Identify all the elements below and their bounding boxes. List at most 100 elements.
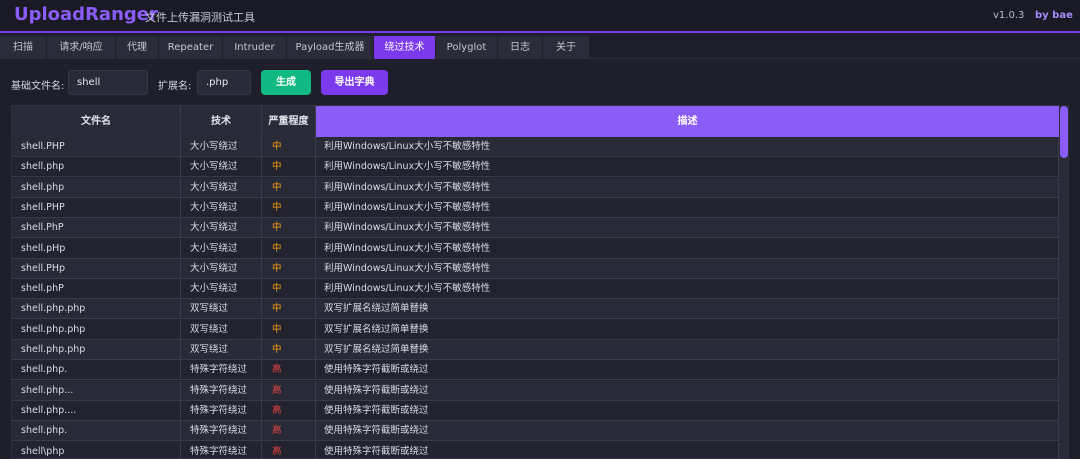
cell-severity: 中 [262,137,316,157]
cell-technique: 大小写绕过 [181,238,262,259]
extension-label: 扩展名: [158,81,192,92]
cell-technique: 特殊字符绕过 [181,360,262,381]
cell-severity: 中 [262,319,316,340]
cell-severity: 中 [262,258,316,279]
cell-description: 使用特殊字符截断或绕过 [316,400,1059,421]
tab-scan[interactable]: 扫描 [0,36,47,59]
cell-description: 利用Windows/Linux大小写不敏感特性 [316,218,1059,239]
cell-severity: 中 [262,177,316,198]
cell-severity: 中 [262,279,316,300]
table-row[interactable]: shell\php 特殊字符绕过高使用特殊字符截断或绕过 [12,441,1059,458]
tab-bar: 扫描 请求/响应 代理 Repeater Intruder Payload生成器… [0,35,1080,59]
cell-technique: 双写绕过 [181,340,262,360]
cell-filename: shell.PHp [12,258,181,279]
table-header: 文件名 技术 严重程度 描述 [12,106,1068,137]
table-row[interactable]: shell.php.php 双写绕过中双写扩展名绕过简单替换 [12,340,1059,360]
cell-filename: shell.php. [12,360,181,381]
cell-technique: 大小写绕过 [181,197,262,218]
cell-filename: shell.php.php [12,319,181,340]
cell-severity: 高 [262,380,316,401]
table-row[interactable]: shell.php.php 双写绕过中双写扩展名绕过简单替换 [12,299,1059,320]
cell-severity: 中 [262,299,316,320]
table-row[interactable]: shell.php 大小写绕过中利用Windows/Linux大小写不敏感特性 [12,157,1059,178]
column-header-technique[interactable]: 技术 [181,106,262,137]
table-row[interactable]: shell.PHP 大小写绕过中利用Windows/Linux大小写不敏感特性 [12,197,1059,218]
generate-button[interactable]: 生成 [261,70,311,95]
table-row[interactable]: shell.php.... 特殊字符绕过高使用特殊字符截断或绕过 [12,400,1059,421]
cell-technique: 特殊字符绕过 [181,421,262,442]
scrollbar-thumb[interactable] [1060,106,1068,158]
tab-polyglot[interactable]: Polyglot [436,36,498,59]
cell-technique: 双写绕过 [181,319,262,340]
table-row[interactable]: shell.PHP 大小写绕过中利用Windows/Linux大小写不敏感特性 [12,137,1059,157]
cell-filename: shell.php. [12,421,181,442]
extension-input[interactable]: .php [197,70,251,95]
cell-technique: 特殊字符绕过 [181,441,262,458]
base-filename-label: 基础文件名: [11,81,65,92]
cell-filename: shell.php.php [12,340,181,360]
table-row[interactable]: shell.php. 特殊字符绕过高使用特殊字符截断或绕过 [12,360,1059,381]
table-row[interactable]: shell.php 大小写绕过中利用Windows/Linux大小写不敏感特性 [12,177,1059,198]
cell-filename: shell.pHp [12,238,181,259]
cell-description: 利用Windows/Linux大小写不敏感特性 [316,157,1059,178]
app-version: v1.0.3 [993,10,1025,21]
column-header-description[interactable]: 描述 [316,106,1059,137]
app-author: by bae [1035,10,1073,21]
cell-description: 使用特殊字符截断或绕过 [316,421,1059,442]
tab-repeater[interactable]: Repeater [159,36,223,59]
cell-technique: 特殊字符绕过 [181,400,262,421]
table-row[interactable]: shell.pHp 大小写绕过中利用Windows/Linux大小写不敏感特性 [12,238,1059,259]
cell-technique: 大小写绕过 [181,157,262,178]
cell-description: 使用特殊字符截断或绕过 [316,380,1059,401]
cell-description: 双写扩展名绕过简单替换 [316,319,1059,340]
table-row[interactable]: shell.php... 特殊字符绕过高使用特殊字符截断或绕过 [12,380,1059,401]
tab-log[interactable]: 日志 [498,36,543,59]
tab-about[interactable]: 关于 [543,36,590,59]
cell-filename: shell\php [12,441,181,458]
cell-filename: shell.php [12,157,181,178]
column-header-filename[interactable]: 文件名 [12,106,181,137]
table-row[interactable]: shell.php. 特殊字符绕过高使用特殊字符截断或绕过 [12,421,1059,442]
cell-severity: 高 [262,421,316,442]
tab-bypass-techniques[interactable]: 绕过技术 [374,36,436,59]
cell-filename: shell.php.... [12,400,181,421]
cell-description: 利用Windows/Linux大小写不敏感特性 [316,177,1059,198]
tab-proxy[interactable]: 代理 [116,36,159,59]
cell-filename: shell.PhP [12,218,181,239]
cell-technique: 大小写绕过 [181,137,262,157]
cell-technique: 双写绕过 [181,299,262,320]
cell-filename: shell.php [12,177,181,198]
cell-technique: 大小写绕过 [181,258,262,279]
cell-description: 利用Windows/Linux大小写不敏感特性 [316,279,1059,300]
cell-description: 利用Windows/Linux大小写不敏感特性 [316,258,1059,279]
cell-severity: 高 [262,360,316,381]
cell-technique: 大小写绕过 [181,218,262,239]
cell-description: 利用Windows/Linux大小写不敏感特性 [316,238,1059,259]
tab-intruder[interactable]: Intruder [223,36,287,59]
cell-severity: 高 [262,400,316,421]
cell-filename: shell.php... [12,380,181,401]
cell-filename: shell.phP [12,279,181,300]
vertical-scrollbar[interactable] [1059,106,1068,458]
cell-description: 利用Windows/Linux大小写不敏感特性 [316,197,1059,218]
cell-technique: 特殊字符绕过 [181,380,262,401]
app-name: UploadRanger [14,4,158,25]
column-header-severity[interactable]: 严重程度 [262,106,316,137]
cell-description: 使用特殊字符截断或绕过 [316,360,1059,381]
export-dictionary-button[interactable]: 导出字典 [321,70,388,95]
title-bar: UploadRanger 文件上传漏洞测试工具 v1.0.3 by bae [0,0,1080,33]
tab-request-response[interactable]: 请求/响应 [47,36,116,59]
cell-severity: 中 [262,157,316,178]
cell-description: 双写扩展名绕过简单替换 [316,299,1059,320]
app-subtitle: 文件上传漏洞测试工具 [145,11,255,24]
cell-technique: 大小写绕过 [181,279,262,300]
table-row[interactable]: shell.PhP 大小写绕过中利用Windows/Linux大小写不敏感特性 [12,218,1059,239]
base-filename-input[interactable]: shell [68,70,148,95]
cell-severity: 中 [262,340,316,360]
tab-payload-generator[interactable]: Payload生成器 [287,36,374,59]
table-row[interactable]: shell.PHp 大小写绕过中利用Windows/Linux大小写不敏感特性 [12,258,1059,279]
cell-severity: 中 [262,197,316,218]
table-row[interactable]: shell.phP 大小写绕过中利用Windows/Linux大小写不敏感特性 [12,279,1059,300]
cell-filename: shell.PHP [12,197,181,218]
table-row[interactable]: shell.php.php 双写绕过中双写扩展名绕过简单替换 [12,319,1059,340]
